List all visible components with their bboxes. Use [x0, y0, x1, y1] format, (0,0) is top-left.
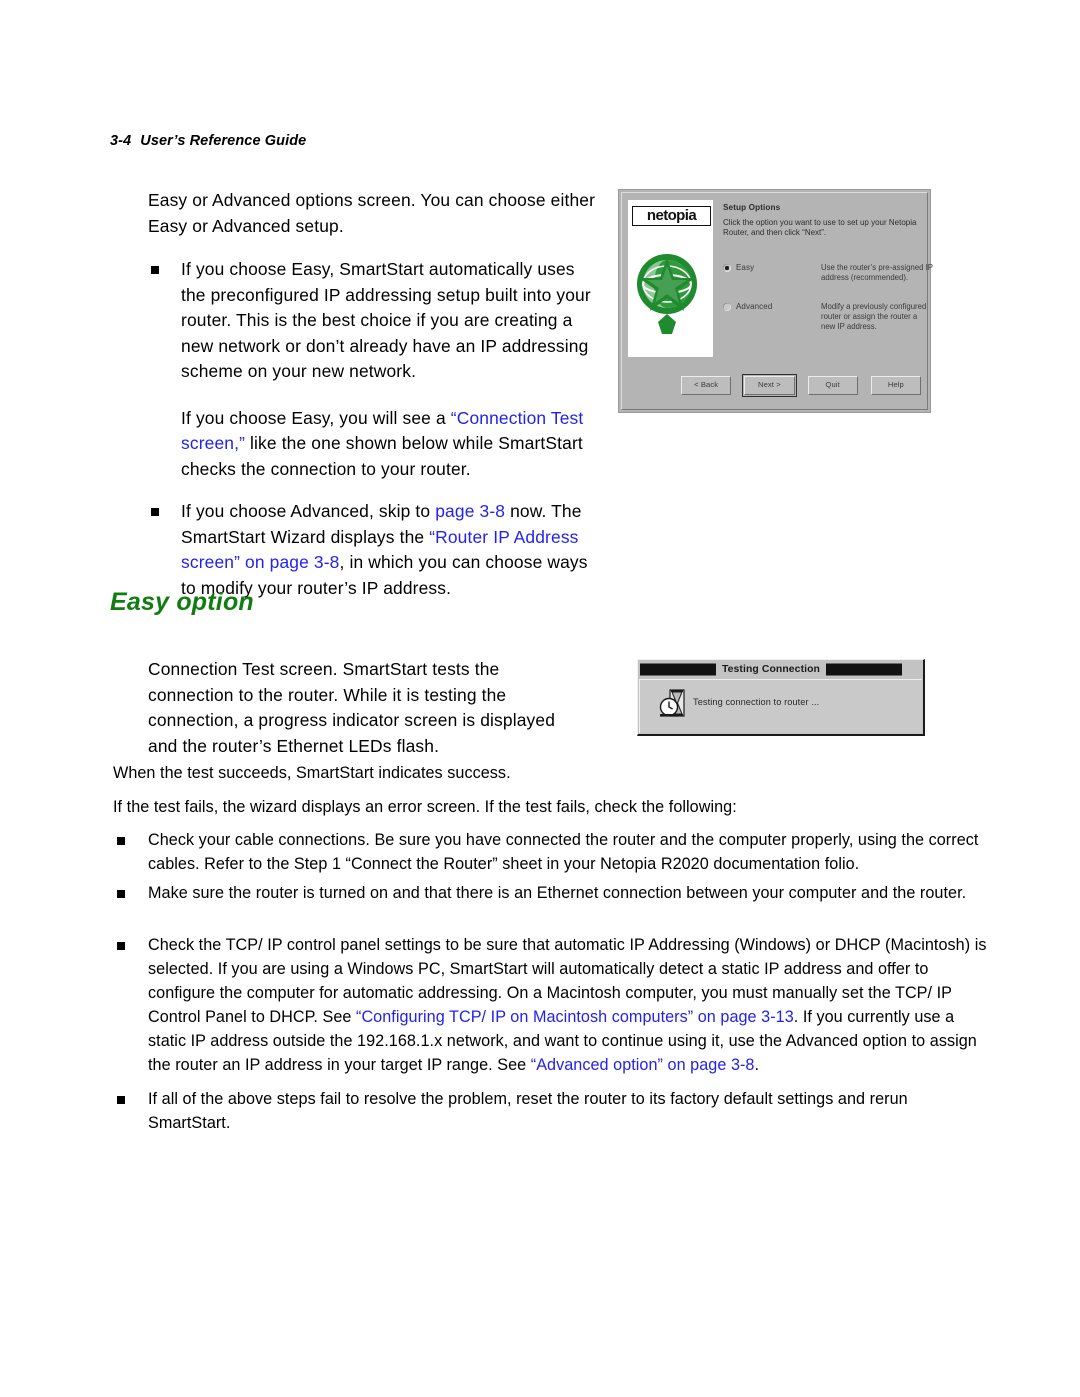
bullet-factory-reset: If all of the above steps fail to resolv…: [148, 1090, 908, 1132]
bullet-advanced-text: If you choose Advanced, skip to page 3-8…: [181, 499, 600, 601]
quit-button[interactable]: Quit: [807, 376, 858, 395]
netopia-globe-star-emblem-icon: [635, 243, 697, 334]
sub-pre: If you choose Easy, you will see a: [181, 407, 451, 428]
paragraph-text: When the test succeeds, SmartStart indic…: [113, 764, 511, 782]
document-page: 3-4 User’s Reference Guide Easy or Advanc…: [0, 0, 1080, 1397]
square-bullet-icon: [117, 1096, 125, 1104]
radio-label-easy: Easy: [736, 263, 755, 272]
titlebar-stripe-left: [640, 663, 716, 676]
intro-lead: Easy or Advanced options screen. You can…: [148, 190, 596, 236]
radio-button-easy-icon[interactable]: [723, 264, 731, 272]
page-folio: 3-4: [110, 133, 132, 149]
dialog-titlebar: Testing Connection: [639, 661, 922, 678]
adv-pre: If you choose Advanced, skip to: [181, 501, 436, 521]
paragraph-test-fails: If the test fails, the wizard displays a…: [113, 795, 991, 819]
square-bullet-icon: [151, 266, 159, 274]
list-item: Check the TCP/ IP control panel settings…: [113, 934, 991, 1077]
square-bullet-icon: [117, 890, 125, 898]
help-button[interactable]: Help: [870, 376, 921, 395]
bullet-router-power: Make sure the router is turned on and th…: [148, 884, 967, 902]
link-advanced-option-page-3-8[interactable]: “Advanced option” on page 3-8: [531, 1056, 755, 1074]
list-item: If all of the above steps fail to resolv…: [113, 1088, 991, 1136]
radio-description-easy: Use the router’s pre-assigned IP address…: [821, 263, 933, 282]
list-item: Check your cable connections. Be sure yo…: [113, 829, 991, 877]
netopia-logo-panel: netopia: [628, 200, 713, 357]
radio-description-advanced: Modify a previously configured router or…: [821, 302, 927, 331]
testing-connection-dialog-image: Testing Connection Testing connection to…: [637, 659, 925, 736]
radio-label-advanced: Advanced: [736, 302, 773, 311]
dialog-body: Testing connection to router ...: [639, 679, 922, 733]
bullet-check-cables: Check your cable connections. Be sure yo…: [148, 831, 979, 873]
setup-options-dialog-image: netopia Setup Options Click the option y…: [619, 190, 933, 412]
square-bullet-icon: [117, 837, 125, 845]
testing-connection-message: Testing connection to router ...: [693, 697, 820, 707]
bullet-tcpip-settings: Check the TCP/ IP control panel settings…: [148, 934, 991, 1077]
guide-title: User’s Reference Guide: [140, 133, 307, 149]
radio-button-advanced-icon[interactable]: [723, 303, 731, 311]
next-button[interactable]: Next >: [741, 373, 797, 398]
dialog-title-setup-options: Setup Options: [723, 203, 781, 212]
paragraph-text: If the test fails, the wizard displays a…: [113, 798, 737, 816]
dialog-button-row: < Back Next > Quit Help: [681, 373, 921, 398]
link-page-3-8[interactable]: page 3-8: [435, 501, 505, 521]
running-header: 3-4 User’s Reference Guide: [110, 133, 306, 149]
titlebar-stripe-right: [826, 663, 903, 676]
list-item: Make sure the router is turned on and th…: [113, 882, 991, 906]
square-bullet-icon: [151, 508, 159, 516]
paragraph-test-succeeds: When the test succeeds, SmartStart indic…: [113, 761, 991, 785]
back-button[interactable]: < Back: [681, 376, 732, 395]
square-bullet-icon: [117, 942, 125, 950]
netopia-wordmark: netopia: [632, 206, 711, 226]
bullet-easy-text: If you choose Easy, SmartStart automatic…: [181, 259, 591, 381]
bullet-easy-subtext: If you choose Easy, you will see a “Conn…: [181, 406, 600, 483]
section-heading-easy-option: Easy option: [110, 588, 254, 616]
hourglass-clock-icon: [659, 689, 685, 717]
list-item: If you choose Easy, SmartStart automatic…: [148, 257, 600, 482]
easy-option-paragraph: Connection Test screen. SmartStart tests…: [148, 659, 556, 756]
dialog-title-testing-connection: Testing Connection: [722, 664, 821, 675]
tcpip-post: .: [754, 1055, 760, 1074]
link-configuring-tcpip-macintosh[interactable]: “Configuring TCP/ IP on Macintosh comput…: [356, 1008, 794, 1026]
list-item: If you choose Advanced, skip to page 3-8…: [148, 499, 600, 601]
dialog-description: Click the option you want to use to set …: [723, 218, 917, 238]
intro-column: Easy or Advanced options screen. You can…: [148, 188, 600, 618]
